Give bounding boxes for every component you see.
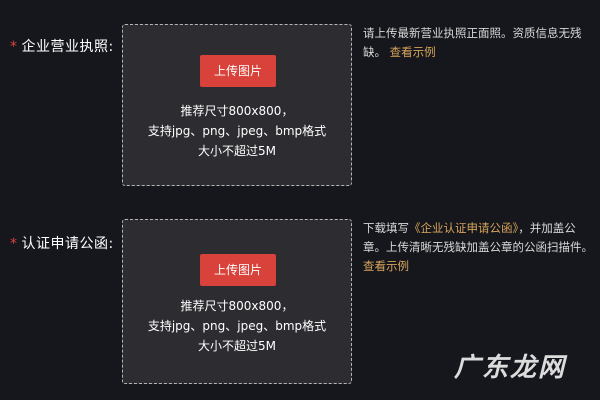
- required-star: *: [10, 236, 18, 252]
- note-text: 缺。: [363, 45, 386, 59]
- hint-max-size: 大小不超过5M: [198, 144, 276, 158]
- note-text: ，并加盖公: [518, 221, 576, 235]
- note-line: 请上传最新营业执照正面照。资质信息无残: [363, 26, 582, 40]
- download-letter-template-link[interactable]: 《企业认证申请公函》: [409, 221, 518, 235]
- business-license-row: * 企业营业执照: 上传图片 推荐尺寸800x800， 支持jpg、png、jpe…: [0, 24, 600, 188]
- hint-size: 推荐尺寸800x800，: [180, 104, 294, 118]
- business-license-label-text: 企业营业执照:: [21, 39, 114, 55]
- authorization-letter-upload-area[interactable]: 上传图片 推荐尺寸800x800， 支持jpg、png、jpeg、bmp格式 大…: [122, 219, 352, 384]
- upload-license-button[interactable]: 上传图片: [200, 55, 276, 87]
- note-text: 下载填写: [363, 221, 409, 235]
- upload-hint: 推荐尺寸800x800， 支持jpg、png、jpeg、bmp格式 大小不超过5…: [123, 101, 351, 161]
- hint-formats: 支持jpg、png、jpeg、bmp格式: [147, 124, 327, 138]
- authorization-letter-label: * 认证申请公函:: [10, 233, 114, 253]
- site-watermark: 广东龙网: [453, 353, 566, 383]
- note-line: 章。上传清晰无残缺加盖公章的公函扫描件。: [363, 240, 593, 254]
- upload-hint: 推荐尺寸800x800， 支持jpg、png、jpeg、bmp格式 大小不超过5…: [123, 296, 351, 356]
- view-example-link[interactable]: 查看示例: [390, 45, 436, 59]
- enterprise-certification-form: * 企业营业执照: 上传图片 推荐尺寸800x800， 支持jpg、png、jpe…: [0, 0, 600, 400]
- business-license-upload-area[interactable]: 上传图片 推荐尺寸800x800， 支持jpg、png、jpeg、bmp格式 大…: [122, 24, 352, 186]
- view-example-link[interactable]: 查看示例: [363, 259, 409, 273]
- note-line: 查看示例: [363, 257, 595, 276]
- required-star: *: [10, 39, 18, 55]
- hint-size: 推荐尺寸800x800，: [180, 299, 294, 313]
- note-line: 下载填写《企业认证申请公函》，并加盖公: [363, 219, 595, 238]
- business-license-label: * 企业营业执照:: [10, 36, 114, 56]
- hint-formats: 支持jpg、png、jpeg、bmp格式: [147, 319, 327, 333]
- business-license-note: 请上传最新营业执照正面照。资质信息无残 缺。 查看示例: [363, 24, 595, 62]
- authorization-letter-note: 下载填写《企业认证申请公函》，并加盖公 章。上传清晰无残缺加盖公章的公函扫描件。…: [363, 219, 595, 276]
- hint-max-size: 大小不超过5M: [198, 339, 276, 353]
- upload-letter-button[interactable]: 上传图片: [200, 254, 276, 286]
- authorization-letter-label-text: 认证申请公函:: [21, 236, 114, 252]
- note-line: 缺。 查看示例: [363, 43, 595, 62]
